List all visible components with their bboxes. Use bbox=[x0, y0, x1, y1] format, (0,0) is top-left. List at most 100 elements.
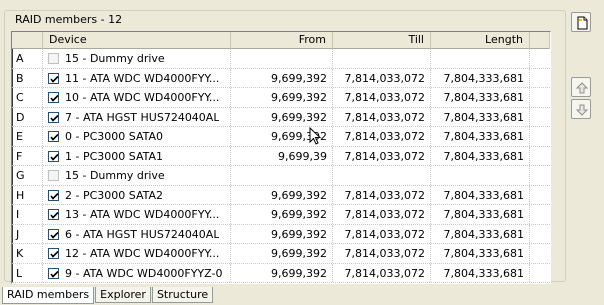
member-checkbox[interactable] bbox=[48, 131, 59, 142]
table-row[interactable]: A 15 - Dummy drive bbox=[12, 49, 550, 69]
header-index[interactable] bbox=[12, 32, 43, 49]
tab-raid-members[interactable]: RAID members bbox=[2, 287, 95, 304]
row-index: I bbox=[12, 205, 43, 224]
device-label: 0 - PC3000 SATA0 bbox=[65, 130, 164, 143]
table-row[interactable]: J 6 - ATA HGST HUS724040AL 9,699,392 7,814,… bbox=[12, 224, 550, 244]
device-label: 9 - ATA WDC WD4000FYYZ-0 bbox=[65, 266, 223, 280]
row-filler bbox=[530, 244, 550, 263]
length-cell: 7,804,333,681 bbox=[431, 185, 530, 204]
from-cell: 9,699,392 bbox=[231, 185, 333, 204]
member-checkbox[interactable] bbox=[48, 111, 59, 123]
device-label: 13 - ATA WDC WD4000FYY... bbox=[65, 208, 220, 221]
row-index: L bbox=[12, 263, 43, 282]
row-filler bbox=[530, 108, 550, 127]
row-filler bbox=[530, 49, 550, 68]
member-checkbox[interactable] bbox=[48, 228, 59, 240]
header-till[interactable]: Till bbox=[333, 32, 431, 49]
length-cell: 7,804,333,681 bbox=[431, 205, 530, 224]
device-label: 15 - Dummy drive bbox=[65, 52, 165, 65]
device-cell: 15 - Dummy drive bbox=[43, 49, 231, 68]
check-icon bbox=[50, 94, 59, 102]
new-button[interactable] bbox=[571, 12, 591, 32]
table-row[interactable]: F 1 - PC3000 SATA1 9,699,39 7,814,033,072 7,… bbox=[12, 146, 550, 166]
header-from[interactable]: From bbox=[231, 32, 333, 49]
table-row[interactable]: G 15 - Dummy drive bbox=[12, 166, 550, 186]
member-checkbox[interactable] bbox=[48, 72, 59, 84]
raid-members-group: RAID members - 12 Device From Till Lengt… bbox=[4, 10, 566, 284]
member-checkbox[interactable] bbox=[48, 53, 59, 64]
till-cell: 7,814,033,072 bbox=[333, 244, 431, 263]
table-row[interactable]: B 11 - ATA WDC WD4000FYY... 9,699,392 7,814… bbox=[12, 68, 550, 88]
check-icon bbox=[50, 75, 59, 83]
row-filler bbox=[530, 166, 550, 185]
from-cell: 9,699,392 bbox=[231, 224, 333, 243]
check-icon bbox=[50, 153, 59, 161]
length-cell: 7,804,333,681 bbox=[431, 68, 530, 87]
table-body: A 15 - Dummy drive B 11 - ATA WDC WD4000FYY… bbox=[12, 49, 550, 283]
length-cell: 7,804,333,681 bbox=[431, 263, 530, 282]
move-down-button[interactable] bbox=[571, 99, 591, 119]
header-length[interactable]: Length bbox=[431, 32, 530, 49]
row-index: G bbox=[12, 166, 43, 185]
from-cell: 9,699,392 bbox=[231, 263, 333, 282]
till-cell bbox=[333, 49, 431, 68]
row-index: H bbox=[12, 185, 43, 204]
member-checkbox[interactable] bbox=[48, 248, 59, 259]
arrow-up-icon bbox=[575, 82, 589, 94]
table-row[interactable]: H 2 - PC3000 SATA2 9,699,392 7,814,033,072 7… bbox=[12, 185, 550, 205]
table-row[interactable]: E0 - PC3000 SATA0 9,699,392 7,814,033,072 7… bbox=[12, 127, 550, 147]
device-cell: 12 - ATA WDC WD4000FYY... bbox=[43, 244, 231, 263]
check-icon bbox=[50, 270, 59, 278]
table-row[interactable]: C 10 - ATA WDC WD4000FYY... 9,699,392 7,814… bbox=[12, 88, 550, 108]
from-cell: 9,699,392 bbox=[231, 107, 333, 126]
till-cell: 7,814,033,072 bbox=[333, 107, 431, 126]
device-cell: 1 - PC3000 SATA1 bbox=[43, 146, 231, 165]
check-icon bbox=[50, 133, 59, 141]
move-up-button[interactable] bbox=[571, 77, 591, 97]
device-cell: 10 - ATA WDC WD4000FYY... bbox=[43, 88, 231, 107]
row-index: B bbox=[12, 68, 43, 87]
device-label: 2 - PC3000 SATA2 bbox=[65, 188, 164, 202]
row-filler bbox=[530, 147, 550, 166]
till-cell: 7,814,033,072 bbox=[333, 224, 431, 243]
check-icon bbox=[50, 192, 59, 200]
device-cell: 6 - ATA HGST HUS724040AL bbox=[43, 224, 231, 243]
row-filler bbox=[530, 69, 550, 88]
member-checkbox[interactable] bbox=[48, 189, 59, 201]
row-index: D bbox=[12, 107, 43, 126]
member-checkbox[interactable] bbox=[48, 209, 59, 220]
length-cell bbox=[431, 166, 530, 185]
row-index: C bbox=[12, 88, 43, 107]
till-cell: 7,814,033,072 bbox=[333, 68, 431, 87]
tab-structure[interactable]: Structure bbox=[151, 287, 214, 303]
table-row[interactable]: I 13 - ATA WDC WD4000FYY... 9,699,392 7,814… bbox=[12, 205, 550, 225]
from-cell: 9,699,392 bbox=[231, 88, 333, 107]
check-icon bbox=[50, 211, 59, 219]
header-device[interactable]: Device bbox=[43, 32, 231, 49]
till-cell: 7,814,033,072 bbox=[333, 263, 431, 282]
arrow-down-icon bbox=[575, 104, 589, 116]
member-checkbox[interactable] bbox=[48, 267, 59, 279]
member-checkbox[interactable] bbox=[48, 170, 59, 181]
device-label: 11 - ATA WDC WD4000FYY... bbox=[65, 71, 220, 85]
table-row[interactable]: L 9 - ATA WDC WD4000FYYZ-0 9,699,392 7,814,… bbox=[12, 263, 550, 283]
header-filler bbox=[530, 32, 550, 49]
device-cell: 9 - ATA WDC WD4000FYYZ-0 bbox=[43, 263, 231, 282]
table-header: Device From Till Length bbox=[12, 32, 550, 49]
bottom-tabs: RAID members Explorer Structure bbox=[2, 287, 214, 304]
table-row[interactable]: D 7 - ATA HGST HUS724040AL 9,699,392 7,814,… bbox=[12, 107, 550, 127]
group-title: RAID members - 12 bbox=[13, 13, 125, 26]
tab-explorer[interactable]: Explorer bbox=[95, 287, 151, 303]
raid-members-table: Device From Till Length A 15 - Dummy driv… bbox=[11, 31, 551, 284]
member-checkbox[interactable] bbox=[48, 92, 59, 103]
table-row[interactable]: K 12 - ATA WDC WD4000FYY... 9,699,392 7,814… bbox=[12, 244, 550, 264]
till-cell: 7,814,033,072 bbox=[333, 127, 431, 146]
row-index: A bbox=[12, 49, 43, 68]
row-filler bbox=[530, 127, 550, 146]
from-cell: 9,699,392 bbox=[231, 244, 333, 263]
check-icon bbox=[50, 231, 59, 239]
till-cell: 7,814,033,072 bbox=[333, 185, 431, 204]
member-checkbox[interactable] bbox=[48, 150, 59, 162]
device-cell: 2 - PC3000 SATA2 bbox=[43, 185, 231, 204]
from-cell: 9,699,39 bbox=[231, 146, 333, 165]
